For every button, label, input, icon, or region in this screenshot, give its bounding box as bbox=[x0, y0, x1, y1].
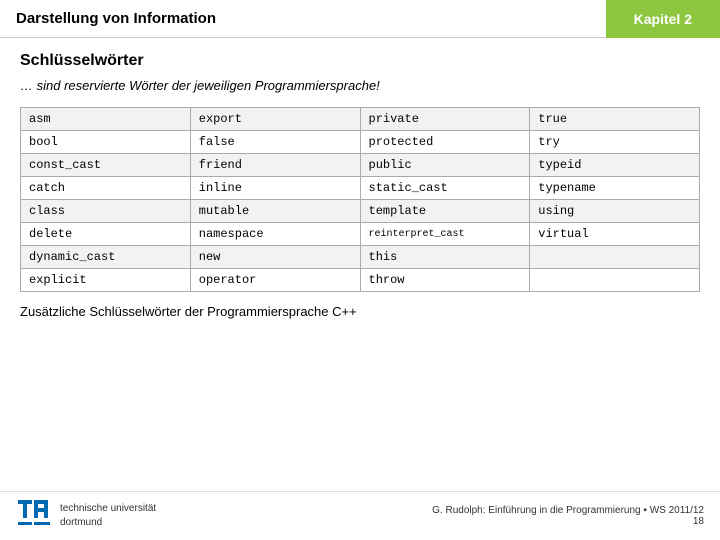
table-cell: private bbox=[360, 108, 530, 131]
table-row: dynamic_castnewthis bbox=[21, 246, 700, 269]
footer-logo: technische universität dortmund bbox=[16, 498, 156, 534]
table-row: explicitoperatorthrow bbox=[21, 269, 700, 292]
table-cell: asm bbox=[21, 108, 191, 131]
table-cell: typename bbox=[530, 177, 700, 200]
table-row: deletenamespacereinterpret_castvirtual bbox=[21, 223, 700, 246]
table-cell: catch bbox=[21, 177, 191, 200]
table-cell: typeid bbox=[530, 154, 700, 177]
footer-logo-text: technische universität dortmund bbox=[60, 502, 156, 530]
table-cell: bool bbox=[21, 131, 191, 154]
table-cell: reinterpret_cast bbox=[360, 223, 530, 246]
table-cell: virtual bbox=[530, 223, 700, 246]
chapter-badge: Kapitel 2 bbox=[606, 0, 720, 38]
table-cell: class bbox=[21, 200, 191, 223]
table-cell: protected bbox=[360, 131, 530, 154]
tu-logo-icon bbox=[16, 498, 52, 534]
table-cell: using bbox=[530, 200, 700, 223]
table-cell: inline bbox=[190, 177, 360, 200]
section-title: Schlüsselwörter bbox=[20, 52, 700, 70]
table-cell bbox=[530, 246, 700, 269]
table-row: boolfalseprotectedtry bbox=[21, 131, 700, 154]
table-cell bbox=[530, 269, 700, 292]
table-cell: try bbox=[530, 131, 700, 154]
table-row: asmexportprivatetrue bbox=[21, 108, 700, 131]
footer-info: G. Rudolph: Einführung in die Programmie… bbox=[432, 505, 704, 527]
additional-text: Zusätzliche Schlüsselwörter der Programm… bbox=[20, 304, 700, 319]
table-row: const_castfriendpublictypeid bbox=[21, 154, 700, 177]
table-cell: operator bbox=[190, 269, 360, 292]
table-cell: friend bbox=[190, 154, 360, 177]
section-subtitle: … sind reservierte Wörter der jeweiligen… bbox=[20, 78, 700, 93]
table-cell: this bbox=[360, 246, 530, 269]
table-cell: dynamic_cast bbox=[21, 246, 191, 269]
table-cell: throw bbox=[360, 269, 530, 292]
table-cell: template bbox=[360, 200, 530, 223]
page-title: Darstellung von Information bbox=[0, 10, 216, 27]
table-cell: const_cast bbox=[21, 154, 191, 177]
footer: technische universität dortmund G. Rudol… bbox=[0, 491, 720, 540]
table-cell: namespace bbox=[190, 223, 360, 246]
table-row: catchinlinestatic_casttypename bbox=[21, 177, 700, 200]
keywords-table: asmexportprivatetrueboolfalseprotectedtr… bbox=[20, 107, 700, 292]
header: Darstellung von Information Kapitel 2 bbox=[0, 0, 720, 38]
table-cell: export bbox=[190, 108, 360, 131]
table-cell: public bbox=[360, 154, 530, 177]
main-content: Schlüsselwörter … sind reservierte Wörte… bbox=[0, 38, 720, 339]
table-cell: false bbox=[190, 131, 360, 154]
table-cell: true bbox=[530, 108, 700, 131]
table-cell: mutable bbox=[190, 200, 360, 223]
table-cell: explicit bbox=[21, 269, 191, 292]
table-cell: new bbox=[190, 246, 360, 269]
table-cell: delete bbox=[21, 223, 191, 246]
table-cell: static_cast bbox=[360, 177, 530, 200]
table-row: classmutabletemplateusing bbox=[21, 200, 700, 223]
